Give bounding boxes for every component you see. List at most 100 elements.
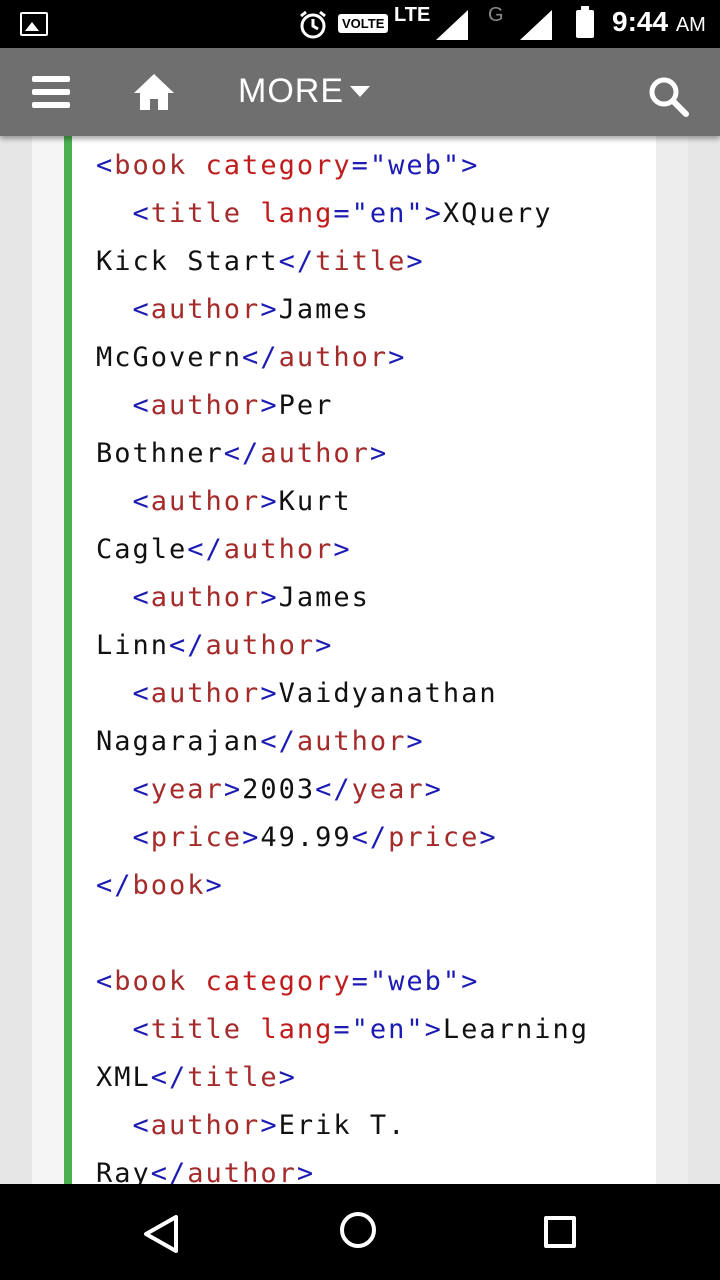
code-token: >: [260, 294, 279, 325]
code-line: Bothner</author>: [96, 430, 589, 478]
code-token: book: [114, 150, 206, 181]
code-line: <book category="web">: [96, 958, 589, 1006]
code-line: Cagle</author>: [96, 526, 589, 574]
code-token: Erik T.: [278, 1110, 407, 1141]
code-token: author: [187, 1158, 297, 1184]
content-area[interactable]: <book category="web"> <title lang="en">X…: [32, 136, 688, 1184]
code-token: >: [424, 774, 443, 805]
code-token: </: [278, 246, 316, 277]
volte-badge: VOLTE: [338, 14, 389, 33]
code-token: author: [260, 438, 370, 469]
code-line: <book category="web">: [96, 142, 589, 190]
code-token: Per: [278, 390, 334, 421]
battery-icon: [576, 6, 594, 38]
alarm-icon: [300, 10, 326, 39]
code-line: <title lang="en">Learning: [96, 1006, 589, 1054]
code-token: >: [424, 1014, 443, 1045]
code-token: author: [296, 726, 407, 757]
code-token: >: [278, 1062, 297, 1093]
caret-down-icon[interactable]: [350, 86, 370, 97]
code-token: >: [260, 678, 279, 709]
code-line: Linn</author>: [96, 622, 589, 670]
code-token: author: [150, 390, 261, 421]
code-token: >: [260, 582, 279, 613]
code-token: </: [150, 1158, 188, 1184]
code-line: <author>Erik T.: [96, 1102, 589, 1150]
xml-code: <book category="web"> <title lang="en">X…: [96, 142, 589, 1184]
code-token: James: [278, 294, 370, 325]
back-icon[interactable]: [142, 1214, 180, 1254]
code-token: >: [406, 726, 425, 757]
code-token: McGovern: [96, 342, 243, 373]
code-token: </: [187, 534, 224, 565]
code-line: <author>James: [96, 286, 589, 334]
code-token: <: [96, 822, 151, 853]
code-token: author: [205, 630, 316, 661]
code-token: lang: [260, 1014, 334, 1045]
search-icon[interactable]: [646, 74, 690, 118]
home-icon[interactable]: [132, 72, 176, 112]
code-token: <: [96, 774, 151, 805]
code-line: <author>James: [96, 574, 589, 622]
code-token: </: [315, 774, 352, 805]
code-token: </: [260, 726, 297, 757]
code-token: Vaidyanathan: [278, 678, 498, 709]
menu-icon[interactable]: [32, 76, 70, 108]
code-token: James: [278, 582, 370, 613]
code-token: author: [150, 294, 261, 325]
code-token: >: [424, 198, 443, 229]
code-token: <: [96, 390, 151, 421]
home-circle-icon[interactable]: [340, 1212, 376, 1248]
code-token: Cagle: [96, 534, 188, 565]
more-menu-button[interactable]: MORE: [238, 72, 344, 111]
code-accent-bar: [64, 136, 72, 1184]
code-token: <: [96, 678, 151, 709]
code-token: </: [96, 870, 133, 901]
code-token: Kurt: [278, 486, 352, 517]
code-token: >: [461, 966, 480, 997]
code-token: year: [150, 774, 224, 805]
code-token: price: [150, 822, 243, 853]
code-token: <: [96, 150, 115, 181]
clock: 9:44 AM: [612, 6, 706, 37]
gallery-notification-icon: [20, 12, 48, 36]
code-token: <: [96, 582, 151, 613]
code-token: 49.99: [260, 822, 352, 853]
network-g-label: G: [488, 4, 504, 26]
code-token: <: [96, 486, 151, 517]
code-token: <: [96, 1110, 151, 1141]
code-token: </: [150, 1062, 188, 1093]
code-token: >: [223, 774, 243, 805]
code-token: >: [260, 486, 279, 517]
scroll-gutter: [656, 136, 688, 1184]
code-token: XQuery: [442, 198, 553, 229]
code-token: >: [296, 1158, 316, 1184]
code-token: >: [479, 822, 498, 853]
code-token: =: [333, 1014, 352, 1045]
code-token: >: [242, 822, 261, 853]
code-token: category: [205, 966, 352, 997]
signal-icon: [520, 10, 552, 40]
code-token: >: [205, 870, 224, 901]
code-token: author: [150, 486, 261, 517]
code-line: Ray</author>: [96, 1150, 589, 1184]
code-token: title: [315, 246, 407, 277]
code-token: >: [369, 438, 389, 469]
code-token: <: [96, 966, 115, 997]
code-token: author: [278, 342, 389, 373]
code-line: <year>2003</year>: [96, 766, 589, 814]
code-token: price: [388, 822, 480, 853]
code-token: >: [260, 1110, 279, 1141]
code-token: author: [150, 678, 261, 709]
code-token: author: [223, 534, 334, 565]
code-token: </: [242, 342, 279, 373]
code-token: author: [150, 1110, 261, 1141]
code-token: "web": [369, 966, 462, 997]
recents-icon[interactable]: [544, 1216, 576, 1248]
code-token: Ray: [96, 1158, 151, 1184]
app-bar: MORE: [0, 48, 720, 136]
code-token: XML: [96, 1062, 151, 1093]
code-token: >: [388, 342, 407, 373]
signal-icon: [436, 10, 468, 40]
